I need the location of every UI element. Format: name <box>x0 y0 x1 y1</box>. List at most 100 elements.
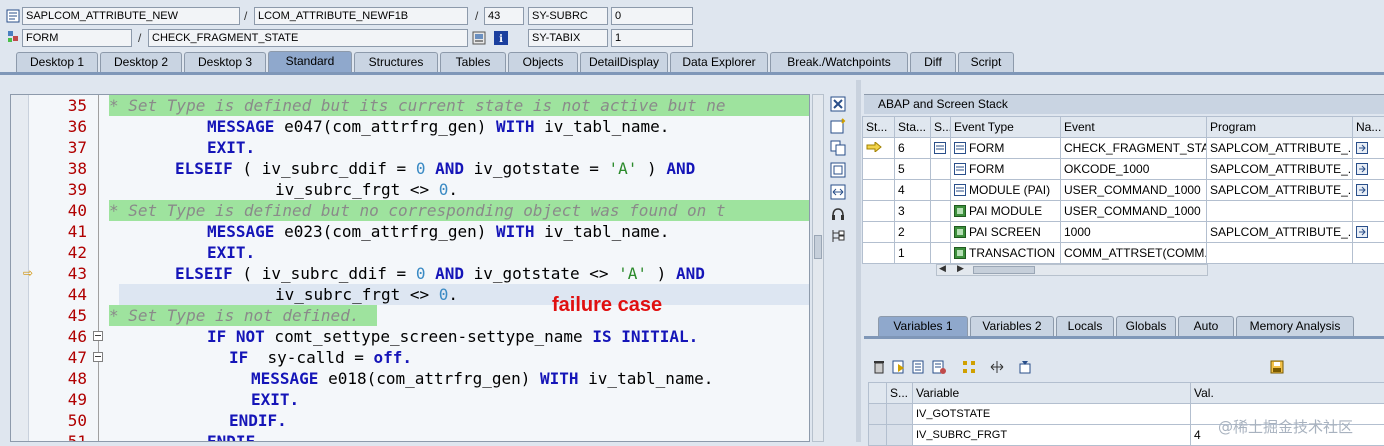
tab-variables-1[interactable]: Variables 1 <box>878 316 968 336</box>
code-line: 48 MESSAGE e018(com_attrfrg_gen) WITH iv… <box>11 368 810 389</box>
sysfield-name-2[interactable]: SY-TABIX <box>528 29 608 47</box>
new-window-icon[interactable] <box>830 118 846 134</box>
column-header[interactable]: Event <box>1061 117 1207 138</box>
filter-icon[interactable] <box>1018 360 1032 374</box>
navigate-icon[interactable] <box>1353 138 1384 159</box>
save-variables-icon[interactable] <box>912 360 926 374</box>
program-icon <box>6 9 20 23</box>
tab-memory-analysis[interactable]: Memory Analysis <box>1236 316 1354 336</box>
stack-hscroll[interactable]: ◀ ▶ <box>936 264 1208 276</box>
delete-icon[interactable] <box>872 360 886 374</box>
tab-detaildisplay[interactable]: DetailDisplay <box>580 52 668 72</box>
variable-name[interactable]: IV_SUBRC_FRGT <box>913 425 1191 446</box>
row-selector[interactable] <box>869 404 887 425</box>
line-number: 47 <box>41 347 87 368</box>
close-icon[interactable] <box>830 96 846 112</box>
scroll-left-icon[interactable]: ◀ <box>939 263 946 274</box>
structure-icon[interactable] <box>830 228 846 244</box>
copy-icon[interactable] <box>830 140 846 156</box>
headset-icon[interactable] <box>830 206 846 222</box>
column-header[interactable]: Sta... <box>895 117 931 138</box>
event-type-label: PAI MODULE <box>969 204 1042 218</box>
table-row[interactable]: 1 TRANSACTION COMM_ATTRSET(COMM... <box>863 243 1384 264</box>
sysfield-value-1[interactable]: 0 <box>611 7 693 25</box>
sysfield-name-1[interactable]: SY-SUBRC <box>528 7 608 25</box>
program-name: SAPLCOM_ATTRIBUTE_... <box>1207 138 1353 159</box>
tab-breakpoints[interactable]: Break./Watchpoints <box>770 52 908 72</box>
include-field[interactable]: LCOM_ATTRIBUTE_NEWF1B <box>254 7 468 25</box>
form-icon <box>931 138 951 159</box>
table-row[interactable]: 3 PAI MODULE USER_COMMAND_1000 <box>863 201 1384 222</box>
column-header[interactable]: S... <box>931 117 951 138</box>
navigate-arrows-icon[interactable] <box>990 360 1004 374</box>
event-field[interactable]: CHECK_FRAGMENT_STATE <box>148 29 468 47</box>
tab-diff[interactable]: Diff <box>910 52 956 72</box>
pane-splitter[interactable] <box>856 80 861 442</box>
stack-level: 6 <box>895 138 931 159</box>
tab-tables[interactable]: Tables <box>440 52 506 72</box>
code-text: * Set Type is defined but its current st… <box>109 95 810 116</box>
code-text: ELSEIF ( iv_subrc_ddif = 0 AND iv_gotsta… <box>175 158 695 179</box>
column-header[interactable]: Na... <box>1353 117 1384 138</box>
column-header[interactable]: Program <box>1207 117 1353 138</box>
code-text: ENDIF. <box>207 431 265 442</box>
scrollbar-thumb[interactable] <box>973 266 1035 274</box>
stack-level: 3 <box>895 201 931 222</box>
column-header[interactable]: St... <box>863 117 895 138</box>
navigate-icon[interactable] <box>1353 180 1384 201</box>
table-row[interactable]: 5 FORM OKCODE_1000 SAPLCOM_ATTRIBUTE_... <box>863 159 1384 180</box>
tab-script[interactable]: Script <box>958 52 1014 72</box>
hierarchy-icon[interactable] <box>962 360 976 374</box>
maximize-icon[interactable] <box>830 162 846 178</box>
tab-auto[interactable]: Auto <box>1178 316 1234 336</box>
tab-desktop-2[interactable]: Desktop 2 <box>100 52 182 72</box>
table-row[interactable]: 6 FORM CHECK_FRAGMENT_STA... SAPLCOM_ATT… <box>863 138 1384 159</box>
fold-toggle[interactable] <box>93 331 103 341</box>
editor-scrollbar[interactable] <box>812 94 824 442</box>
fold-toggle[interactable] <box>93 352 103 362</box>
code-line: 37 EXIT. <box>11 137 810 158</box>
column-header[interactable]: S... <box>887 383 913 404</box>
module-icon <box>954 184 966 196</box>
table-row[interactable]: 4 MODULE (PAI) USER_COMMAND_1000 SAPLCOM… <box>863 180 1384 201</box>
line-number: 37 <box>41 137 87 158</box>
variable-name[interactable]: IV_GOTSTATE <box>913 404 1191 425</box>
navigate-icon[interactable] <box>1353 222 1384 243</box>
event-name: USER_COMMAND_1000 <box>1061 201 1207 222</box>
form-icon <box>954 163 966 175</box>
swap-icon[interactable] <box>830 184 846 200</box>
tab-objects[interactable]: Objects <box>508 52 578 72</box>
tab-standard[interactable]: Standard <box>268 51 352 72</box>
row-selector[interactable] <box>869 425 887 446</box>
code-line: 36 MESSAGE e047(com_attrfrg_gen) WITH iv… <box>11 116 810 137</box>
scroll-right-icon[interactable]: ▶ <box>957 263 964 274</box>
tab-globals[interactable]: Globals <box>1116 316 1176 336</box>
navigate-icon[interactable] <box>1353 159 1384 180</box>
scrollbar-thumb[interactable] <box>814 235 822 259</box>
tab-structures[interactable]: Structures <box>354 52 438 72</box>
sysfield-value-2[interactable]: 1 <box>611 29 693 47</box>
load-variables-icon[interactable] <box>932 360 946 374</box>
code-text: MESSAGE e047(com_attrfrg_gen) WITH iv_ta… <box>207 116 669 137</box>
program-name <box>1207 243 1353 264</box>
table-row[interactable]: 2 PAI SCREEN 1000 SAPLCOM_ATTRIBUTE_... <box>863 222 1384 243</box>
line-number-field[interactable]: 43 <box>484 7 524 25</box>
line-number: 49 <box>41 389 87 410</box>
code-editor[interactable]: 35 * Set Type is defined but its current… <box>10 94 810 442</box>
svg-text:i: i <box>499 34 503 45</box>
tab-variables-2[interactable]: Variables 2 <box>970 316 1054 336</box>
tab-desktop-3[interactable]: Desktop 3 <box>184 52 266 72</box>
import-icon[interactable] <box>892 360 906 374</box>
column-header[interactable]: Val. <box>1191 383 1384 404</box>
column-header[interactable]: Event Type <box>951 117 1061 138</box>
display-source-icon[interactable] <box>472 31 486 45</box>
info-icon[interactable]: i <box>494 31 508 45</box>
tab-desktop-1[interactable]: Desktop 1 <box>16 52 98 72</box>
save-icon[interactable] <box>1270 360 1284 374</box>
tab-locals[interactable]: Locals <box>1056 316 1114 336</box>
tab-data-explorer[interactable]: Data Explorer <box>670 52 768 72</box>
code-line: 51 ENDIF. <box>11 431 810 442</box>
column-header[interactable]: Variable <box>913 383 1191 404</box>
program-field[interactable]: SAPLCOM_ATTRIBUTE_NEW <box>22 7 240 25</box>
event-type-field[interactable]: FORM <box>22 29 132 47</box>
